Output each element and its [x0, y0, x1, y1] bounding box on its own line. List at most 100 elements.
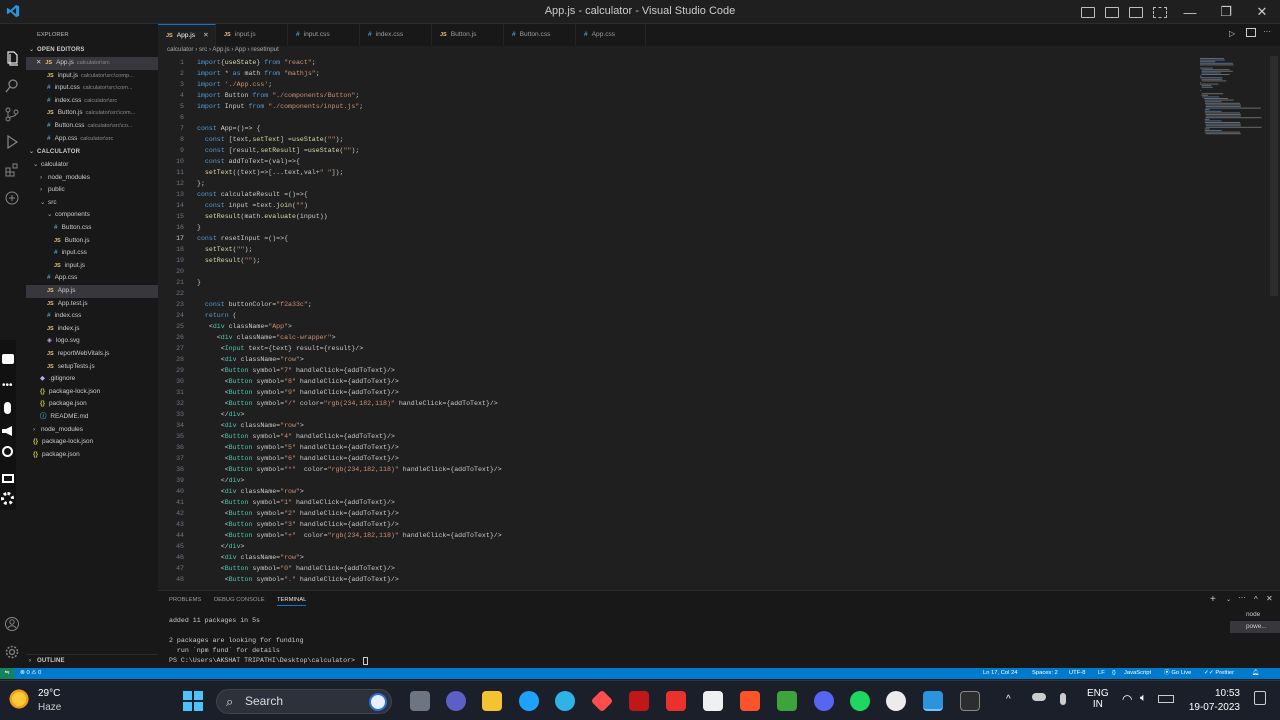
maximize-button[interactable]: ❐: [1208, 4, 1244, 20]
task-view-icon[interactable]: [410, 691, 430, 711]
tree-item[interactable]: › node_modules: [26, 172, 158, 185]
code-line[interactable]: <div className="row">: [197, 354, 304, 365]
teams-chat-icon[interactable]: [446, 691, 466, 711]
tree-item[interactable]: {} package.json: [26, 449, 158, 462]
screen-icon[interactable]: [2, 474, 14, 483]
tree-item[interactable]: JS reportWebVitals.js: [26, 348, 158, 361]
code-line[interactable]: }: [197, 277, 201, 288]
close-tab-icon[interactable]: ✕: [203, 32, 209, 39]
outline-header[interactable]: › OUTLINE: [26, 654, 158, 667]
clock-time[interactable]: 10:53: [1208, 688, 1240, 699]
code-line[interactable]: <div className="row">: [197, 486, 304, 497]
code-line[interactable]: import './App.css';: [197, 79, 272, 90]
code-line[interactable]: const calculateResult =()=>{: [197, 189, 308, 200]
code-line[interactable]: </div>: [197, 475, 245, 486]
tree-item[interactable]: › node_modules: [26, 424, 158, 437]
manage-gear-icon[interactable]: [4, 644, 20, 660]
panel-tab-problems[interactable]: PROBLEMS: [169, 597, 201, 603]
code-line[interactable]: <Button symbol="7" handleClick={addToTex…: [197, 365, 395, 376]
tree-item[interactable]: ⓘ README.md: [26, 411, 158, 424]
code-line[interactable]: <Button symbol="8" handleClick={addToTex…: [197, 376, 399, 387]
code-line[interactable]: import Input from "./components/input.js…: [197, 101, 363, 112]
code-line[interactable]: };: [197, 178, 205, 189]
clock-date[interactable]: 19-07-2023: [1186, 702, 1240, 713]
start-windows-icon[interactable]: [183, 691, 203, 711]
volume-icon[interactable]: 🔈︎: [1140, 692, 1147, 705]
notifications-icon[interactable]: 🔔︎: [1252, 668, 1259, 679]
breadcrumb-item[interactable]: calculator: [167, 46, 193, 53]
excel-icon[interactable]: [777, 691, 797, 711]
tree-item[interactable]: JS Button.js: [26, 235, 158, 248]
code-line[interactable]: <Button symbol="+" color="rgb(234,182,11…: [197, 530, 502, 541]
close-icon[interactable]: ✕: [36, 59, 41, 66]
discord-icon[interactable]: [814, 691, 834, 711]
panel-tab-terminal[interactable]: TERMINAL: [277, 597, 307, 606]
tab-index-css[interactable]: # index.css: [360, 24, 432, 46]
tree-item[interactable]: {} package.json: [26, 398, 158, 411]
run-debug-icon[interactable]: [4, 134, 20, 150]
tab-button-js[interactable]: JS Button.js: [432, 24, 504, 46]
toggle-primary-sidebar-icon[interactable]: [1081, 6, 1095, 18]
microphone-icon[interactable]: [4, 402, 11, 414]
toggle-panel-icon[interactable]: [1105, 6, 1119, 18]
open-editor-item[interactable]: # App.css calculator\src: [26, 133, 158, 146]
code-line[interactable]: const addToText=(val)=>{: [197, 156, 300, 167]
code-line[interactable]: setText("");: [197, 244, 253, 255]
terminal-line[interactable]: PS C:\Users\AKSHAT TRIPATHI\Desktop\calc…: [169, 656, 359, 666]
braces-icon[interactable]: {}: [1112, 668, 1116, 679]
tray-mic-icon[interactable]: [1060, 693, 1066, 705]
terminal-line[interactable]: added 11 packages in 5s: [169, 616, 260, 626]
new-terminal-button[interactable]: +: [1210, 594, 1216, 605]
breadcrumb-item[interactable]: App: [235, 46, 246, 53]
code-line[interactable]: <Button symbol="/" color="rgb(234,182,11…: [197, 398, 498, 409]
code-line[interactable]: const resetInput =()=>{: [197, 233, 288, 244]
terminal-line[interactable]: run `npm fund` for details: [169, 646, 280, 656]
maximize-panel-icon[interactable]: ^: [1254, 595, 1258, 604]
customize-layout-icon[interactable]: [1153, 6, 1167, 18]
vscode-taskbar-icon[interactable]: [923, 691, 943, 711]
terminal-taskbar-icon[interactable]: [960, 691, 980, 711]
minimize-button[interactable]: —: [1172, 5, 1208, 20]
tree-item[interactable]: ⌄ calculator: [26, 159, 158, 172]
camera-icon[interactable]: [2, 354, 14, 364]
tree-item[interactable]: ⌄ src: [26, 197, 158, 210]
source-control-icon[interactable]: [4, 106, 20, 122]
file-explorer-icon[interactable]: [482, 691, 502, 711]
encoding[interactable]: UTF-8: [1069, 668, 1085, 679]
code-line[interactable]: <Button symbol="2" handleClick={addToTex…: [197, 508, 399, 519]
tab-input-js[interactable]: JS input.js: [216, 24, 288, 46]
code-line[interactable]: }: [197, 222, 201, 233]
code-line[interactable]: const App=()=> {: [197, 123, 260, 134]
panel-tab-debug-console[interactable]: DEBUG CONSOLE: [214, 597, 265, 603]
terminal-instance[interactable]: powe...: [1230, 621, 1280, 633]
code-line[interactable]: setText((text)=>[...text,val+" "]);: [197, 167, 344, 178]
edge-icon[interactable]: [555, 691, 575, 711]
open-editor-item[interactable]: JS input.js calculator\src\comp...: [26, 70, 158, 83]
bing-icon[interactable]: [369, 693, 387, 711]
wps-office-icon[interactable]: [666, 691, 686, 711]
tab-app-js[interactable]: JS App.js ✕: [158, 24, 216, 46]
tree-item[interactable]: ◆ .gitignore: [26, 373, 158, 386]
remote-explorer-icon[interactable]: [4, 190, 20, 206]
webcam-icon[interactable]: [2, 446, 13, 457]
language-mode[interactable]: JavaScript: [1124, 668, 1151, 679]
onedrive-icon[interactable]: [1032, 693, 1046, 701]
code-line[interactable]: const input =text.join(""): [197, 200, 308, 211]
tree-item[interactable]: # input.css: [26, 247, 158, 260]
code-line[interactable]: setResult("");: [197, 255, 260, 266]
code-line[interactable]: <div className="calc-wrapper">: [197, 332, 336, 343]
go-live-button[interactable]: ⦿ Go Live: [1164, 668, 1191, 679]
problems-indicator[interactable]: ⊗ 0 ⚠ 0: [20, 668, 41, 679]
prettier-status[interactable]: ✓✓ Prettier: [1204, 668, 1234, 679]
split-editor-icon[interactable]: [1246, 28, 1256, 37]
breadcrumb-item[interactable]: src: [199, 46, 207, 53]
settings-icon[interactable]: [1, 492, 14, 505]
remote-indicator-icon[interactable]: ⇋: [0, 668, 14, 679]
indentation[interactable]: Spaces: 2: [1032, 668, 1058, 679]
code-line[interactable]: import{useState} from "react";: [197, 57, 316, 68]
tree-item[interactable]: JS input.js: [26, 260, 158, 273]
breadcrumb-item[interactable]: App.js: [212, 46, 229, 53]
end-of-line[interactable]: LF: [1098, 668, 1105, 679]
code-line[interactable]: <Button symbol="0" handleClick={addToTex…: [197, 563, 395, 574]
battery-icon[interactable]: [1158, 695, 1174, 703]
